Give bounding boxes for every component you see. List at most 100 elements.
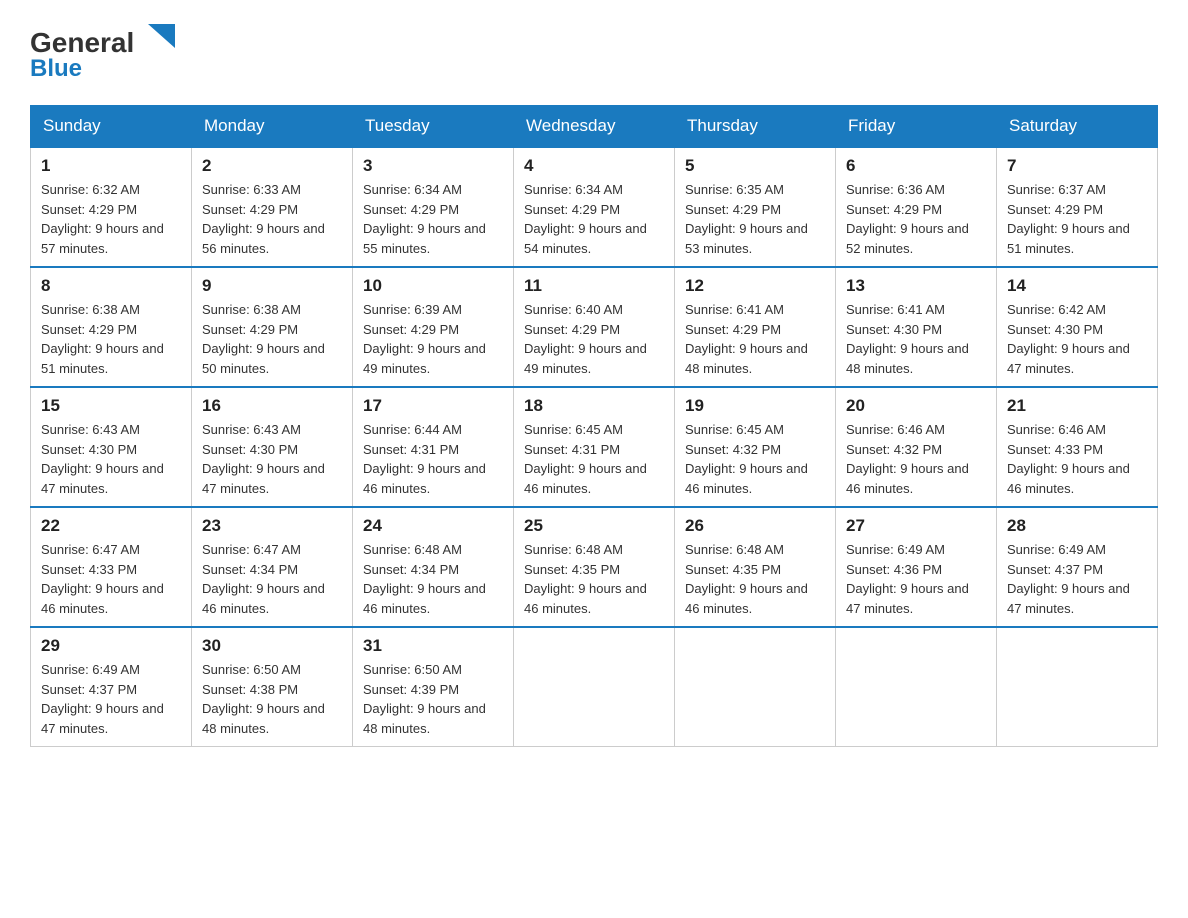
calendar-cell: 17 Sunrise: 6:44 AMSunset: 4:31 PMDayligh… bbox=[353, 387, 514, 507]
calendar-cell: 18 Sunrise: 6:45 AMSunset: 4:31 PMDayligh… bbox=[514, 387, 675, 507]
day-number: 17 bbox=[363, 396, 503, 416]
day-number: 28 bbox=[1007, 516, 1147, 536]
header-sunday: Sunday bbox=[31, 106, 192, 148]
day-info: Sunrise: 6:47 AMSunset: 4:34 PMDaylight:… bbox=[202, 540, 342, 618]
calendar-cell: 29 Sunrise: 6:49 AMSunset: 4:37 PMDayligh… bbox=[31, 627, 192, 747]
calendar-cell: 25 Sunrise: 6:48 AMSunset: 4:35 PMDayligh… bbox=[514, 507, 675, 627]
calendar-cell: 21Sunrise: 6:46 AMSunset: 4:33 PMDayligh… bbox=[997, 387, 1158, 507]
day-info: Sunrise: 6:50 AMSunset: 4:38 PMDaylight:… bbox=[202, 660, 342, 738]
calendar-cell: 7Sunrise: 6:37 AMSunset: 4:29 PMDaylight… bbox=[997, 147, 1158, 267]
calendar-cell: 11Sunrise: 6:40 AMSunset: 4:29 PMDayligh… bbox=[514, 267, 675, 387]
calendar-cell: 1 Sunrise: 6:32 AMSunset: 4:29 PMDaylight… bbox=[31, 147, 192, 267]
day-info: Sunrise: 6:39 AMSunset: 4:29 PMDaylight:… bbox=[363, 300, 503, 378]
day-number: 6 bbox=[846, 156, 986, 176]
calendar-cell: 10 Sunrise: 6:39 AMSunset: 4:29 PMDayligh… bbox=[353, 267, 514, 387]
header-monday: Monday bbox=[192, 106, 353, 148]
day-info: Sunrise: 6:48 AMSunset: 4:35 PMDaylight:… bbox=[685, 540, 825, 618]
day-number: 26 bbox=[685, 516, 825, 536]
day-number: 2 bbox=[202, 156, 342, 176]
day-number: 23 bbox=[202, 516, 342, 536]
week-row-1: 1 Sunrise: 6:32 AMSunset: 4:29 PMDaylight… bbox=[31, 147, 1158, 267]
day-number: 4 bbox=[524, 156, 664, 176]
calendar-cell: 19 Sunrise: 6:45 AMSunset: 4:32 PMDayligh… bbox=[675, 387, 836, 507]
day-info: Sunrise: 6:49 AMSunset: 4:37 PMDaylight:… bbox=[41, 660, 181, 738]
calendar-cell: 12 Sunrise: 6:41 AMSunset: 4:29 PMDayligh… bbox=[675, 267, 836, 387]
day-info: Sunrise: 6:34 AMSunset: 4:29 PMDaylight:… bbox=[363, 180, 503, 258]
day-number: 22 bbox=[41, 516, 181, 536]
week-row-4: 22Sunrise: 6:47 AMSunset: 4:33 PMDayligh… bbox=[31, 507, 1158, 627]
day-info: Sunrise: 6:43 AMSunset: 4:30 PMDaylight:… bbox=[41, 420, 181, 498]
page-header: General Blue bbox=[30, 20, 1158, 85]
calendar-cell: 3 Sunrise: 6:34 AMSunset: 4:29 PMDaylight… bbox=[353, 147, 514, 267]
day-info: Sunrise: 6:36 AMSunset: 4:29 PMDaylight:… bbox=[846, 180, 986, 258]
calendar-cell: 28Sunrise: 6:49 AMSunset: 4:37 PMDayligh… bbox=[997, 507, 1158, 627]
header-tuesday: Tuesday bbox=[353, 106, 514, 148]
day-number: 3 bbox=[363, 156, 503, 176]
day-number: 15 bbox=[41, 396, 181, 416]
calendar-cell: 31Sunrise: 6:50 AMSunset: 4:39 PMDayligh… bbox=[353, 627, 514, 747]
calendar-cell: 13 Sunrise: 6:41 AMSunset: 4:30 PMDayligh… bbox=[836, 267, 997, 387]
day-number: 8 bbox=[41, 276, 181, 296]
calendar-cell: 16Sunrise: 6:43 AMSunset: 4:30 PMDayligh… bbox=[192, 387, 353, 507]
day-info: Sunrise: 6:48 AMSunset: 4:35 PMDaylight:… bbox=[524, 540, 664, 618]
day-info: Sunrise: 6:49 AMSunset: 4:36 PMDaylight:… bbox=[846, 540, 986, 618]
day-info: Sunrise: 6:44 AMSunset: 4:31 PMDaylight:… bbox=[363, 420, 503, 498]
calendar-cell bbox=[997, 627, 1158, 747]
day-number: 13 bbox=[846, 276, 986, 296]
day-number: 1 bbox=[41, 156, 181, 176]
day-info: Sunrise: 6:41 AMSunset: 4:30 PMDaylight:… bbox=[846, 300, 986, 378]
calendar-cell: 30 Sunrise: 6:50 AMSunset: 4:38 PMDayligh… bbox=[192, 627, 353, 747]
day-number: 18 bbox=[524, 396, 664, 416]
day-number: 24 bbox=[363, 516, 503, 536]
day-number: 20 bbox=[846, 396, 986, 416]
header-saturday: Saturday bbox=[997, 106, 1158, 148]
day-info: Sunrise: 6:46 AMSunset: 4:33 PMDaylight:… bbox=[1007, 420, 1147, 498]
day-info: Sunrise: 6:46 AMSunset: 4:32 PMDaylight:… bbox=[846, 420, 986, 498]
calendar-cell: 23 Sunrise: 6:47 AMSunset: 4:34 PMDayligh… bbox=[192, 507, 353, 627]
calendar-cell: 9 Sunrise: 6:38 AMSunset: 4:29 PMDaylight… bbox=[192, 267, 353, 387]
day-number: 10 bbox=[363, 276, 503, 296]
weekday-header-row: SundayMondayTuesdayWednesdayThursdayFrid… bbox=[31, 106, 1158, 148]
calendar-cell: 26 Sunrise: 6:48 AMSunset: 4:35 PMDayligh… bbox=[675, 507, 836, 627]
calendar-cell: 2 Sunrise: 6:33 AMSunset: 4:29 PMDaylight… bbox=[192, 147, 353, 267]
day-number: 16 bbox=[202, 396, 342, 416]
calendar-cell: 24 Sunrise: 6:48 AMSunset: 4:34 PMDayligh… bbox=[353, 507, 514, 627]
calendar-cell bbox=[675, 627, 836, 747]
calendar-cell bbox=[836, 627, 997, 747]
week-row-3: 15 Sunrise: 6:43 AMSunset: 4:30 PMDayligh… bbox=[31, 387, 1158, 507]
week-row-5: 29 Sunrise: 6:49 AMSunset: 4:37 PMDayligh… bbox=[31, 627, 1158, 747]
day-info: Sunrise: 6:42 AMSunset: 4:30 PMDaylight:… bbox=[1007, 300, 1147, 378]
header-wednesday: Wednesday bbox=[514, 106, 675, 148]
day-info: Sunrise: 6:48 AMSunset: 4:34 PMDaylight:… bbox=[363, 540, 503, 618]
day-info: Sunrise: 6:38 AMSunset: 4:29 PMDaylight:… bbox=[41, 300, 181, 378]
day-info: Sunrise: 6:41 AMSunset: 4:29 PMDaylight:… bbox=[685, 300, 825, 378]
day-number: 9 bbox=[202, 276, 342, 296]
logo-text: General Blue bbox=[30, 20, 190, 85]
day-number: 30 bbox=[202, 636, 342, 656]
week-row-2: 8 Sunrise: 6:38 AMSunset: 4:29 PMDaylight… bbox=[31, 267, 1158, 387]
day-number: 7 bbox=[1007, 156, 1147, 176]
logo: General Blue bbox=[30, 20, 190, 85]
calendar-cell: 4Sunrise: 6:34 AMSunset: 4:29 PMDaylight… bbox=[514, 147, 675, 267]
day-info: Sunrise: 6:33 AMSunset: 4:29 PMDaylight:… bbox=[202, 180, 342, 258]
day-number: 27 bbox=[846, 516, 986, 536]
svg-text:Blue: Blue bbox=[30, 55, 82, 80]
calendar-cell: 22Sunrise: 6:47 AMSunset: 4:33 PMDayligh… bbox=[31, 507, 192, 627]
day-info: Sunrise: 6:45 AMSunset: 4:32 PMDaylight:… bbox=[685, 420, 825, 498]
calendar-cell: 20 Sunrise: 6:46 AMSunset: 4:32 PMDayligh… bbox=[836, 387, 997, 507]
calendar-cell: 27 Sunrise: 6:49 AMSunset: 4:36 PMDayligh… bbox=[836, 507, 997, 627]
day-info: Sunrise: 6:45 AMSunset: 4:31 PMDaylight:… bbox=[524, 420, 664, 498]
calendar-cell: 6 Sunrise: 6:36 AMSunset: 4:29 PMDaylight… bbox=[836, 147, 997, 267]
day-number: 19 bbox=[685, 396, 825, 416]
day-number: 5 bbox=[685, 156, 825, 176]
day-info: Sunrise: 6:35 AMSunset: 4:29 PMDaylight:… bbox=[685, 180, 825, 258]
day-number: 29 bbox=[41, 636, 181, 656]
calendar-cell: 14 Sunrise: 6:42 AMSunset: 4:30 PMDayligh… bbox=[997, 267, 1158, 387]
day-info: Sunrise: 6:32 AMSunset: 4:29 PMDaylight:… bbox=[41, 180, 181, 258]
day-number: 12 bbox=[685, 276, 825, 296]
header-thursday: Thursday bbox=[675, 106, 836, 148]
day-number: 25 bbox=[524, 516, 664, 536]
day-number: 14 bbox=[1007, 276, 1147, 296]
calendar-table: SundayMondayTuesdayWednesdayThursdayFrid… bbox=[30, 105, 1158, 747]
day-info: Sunrise: 6:38 AMSunset: 4:29 PMDaylight:… bbox=[202, 300, 342, 378]
